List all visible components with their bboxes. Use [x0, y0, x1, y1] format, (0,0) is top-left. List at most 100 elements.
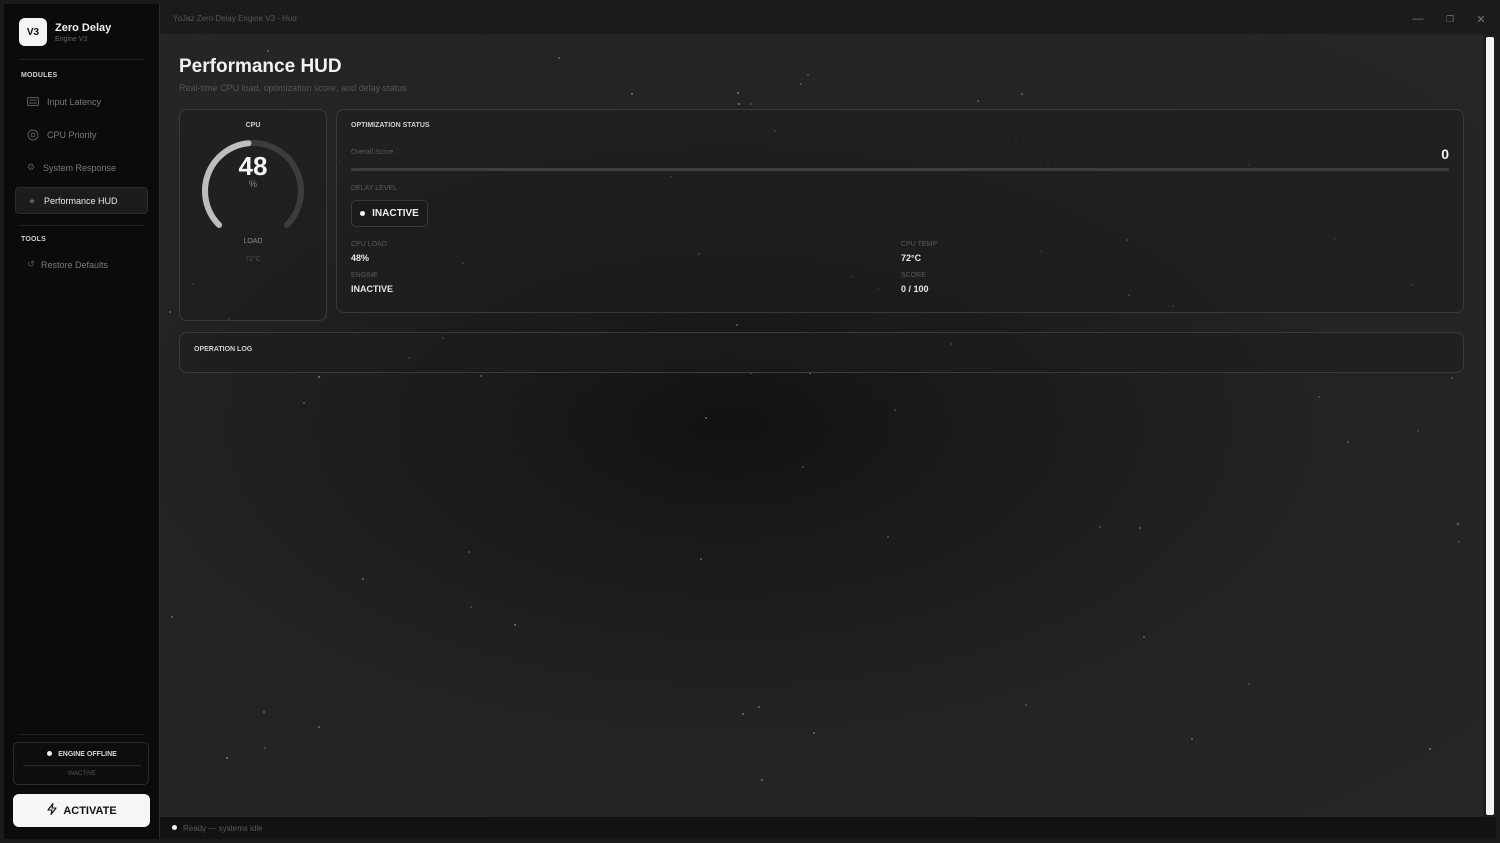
cpu-load-metric-value: 48% — [351, 253, 370, 263]
sidebar-item-system-response[interactable]: ⚙ System Response — [15, 154, 148, 181]
modules-section-label: MODULES — [21, 72, 58, 79]
sidebar-item-restore-defaults[interactable]: ↺ Restore Defaults — [15, 251, 148, 278]
page-subtitle: Real-time CPU load, optimization score, … — [179, 83, 407, 93]
sidebar-divider — [19, 225, 144, 226]
star-dot — [318, 376, 321, 379]
status-text: Ready — systems idle — [183, 824, 263, 833]
star-dot — [171, 616, 174, 619]
sidebar-item-performance-hud[interactable]: ◈ Performance HUD — [15, 187, 148, 214]
activate-label: ACTIVATE — [63, 804, 117, 817]
sidebar-item-label: Performance HUD — [44, 195, 118, 206]
star-dot — [1191, 738, 1194, 741]
star-dot — [225, 757, 228, 760]
star-dot — [1428, 747, 1431, 750]
star-dot — [737, 102, 740, 105]
cpu-temp-metric-label: CPU TEMP — [901, 241, 938, 248]
sidebar-item-cpu-priority[interactable]: CPU Priority — [15, 121, 148, 148]
engine-metric-value: INACTIVE — [351, 284, 394, 294]
star-dot — [760, 778, 763, 781]
star-dot — [1457, 541, 1460, 544]
title-bar: YoJaz Zero Delay Engine V3 - Hud — ❐ ✕ — [160, 4, 1496, 34]
star-dot — [757, 705, 760, 708]
cpu-temp-metric-value: 72°C — [901, 253, 922, 263]
cpu-label: CPU — [245, 122, 261, 129]
star-dot — [267, 50, 270, 53]
star-dot — [169, 311, 172, 314]
star-dot — [741, 713, 744, 716]
star-dot — [799, 83, 802, 86]
star-dot — [704, 417, 707, 420]
diamond-icon: ◈ — [29, 197, 35, 205]
maximize-icon[interactable]: ❐ — [1442, 11, 1458, 27]
keyboard-icon — [27, 96, 39, 108]
star-dot — [736, 92, 739, 95]
status-bar: Ready — systems idle — [160, 817, 1496, 839]
tools-section-label: TOOLS — [21, 236, 46, 243]
cpu-temp: 72°C — [245, 256, 261, 263]
close-icon[interactable]: ✕ — [1473, 11, 1489, 27]
cpu-value: 48 — [238, 151, 268, 181]
star-dot — [1456, 523, 1459, 526]
sidebar-item-label: Input Latency — [47, 96, 102, 107]
engine-divider — [23, 765, 141, 766]
delay-level-label: DELAY LEVEL — [351, 185, 398, 192]
scrollbar[interactable] — [1483, 34, 1496, 817]
status-dot-icon — [47, 750, 53, 756]
optimization-title: OPTIMIZATION STATUS — [351, 122, 430, 129]
star-dot — [700, 558, 703, 561]
sidebar-divider — [19, 734, 144, 735]
star-dot — [1451, 377, 1454, 380]
bolt-icon — [46, 802, 58, 818]
engine-substatus: INACTIVE — [68, 771, 96, 777]
cpu-gauge-card: CPU 48 % LOAD 72°C — [179, 109, 327, 321]
minimize-icon[interactable]: — — [1410, 11, 1426, 27]
restore-icon: ↺ — [27, 259, 35, 269]
score-metric-value: 0 / 100 — [901, 284, 929, 294]
star-dot — [1416, 430, 1419, 433]
cpu-load-label: LOAD — [243, 238, 263, 245]
app-window: V3 Zero Delay Engine V3 MODULES Input La… — [4, 4, 1496, 839]
star-dot — [1025, 703, 1028, 706]
overall-score-value: 0 — [1441, 146, 1449, 162]
star-dot — [1139, 527, 1142, 530]
sidebar-item-input-latency[interactable]: Input Latency — [15, 88, 148, 115]
star-dot — [479, 375, 482, 378]
main-content: Performance HUD Real-time CPU load, opti… — [160, 34, 1483, 817]
star-dot — [807, 74, 810, 77]
star-dot — [362, 578, 365, 581]
cpu-unit: % — [248, 179, 257, 189]
status-dot-icon — [172, 825, 177, 830]
star-dot — [813, 731, 816, 734]
star-dot — [735, 324, 738, 327]
gear-icon: ⚙ — [26, 162, 36, 172]
delay-level-badge: INACTIVE — [351, 200, 428, 227]
overall-score-bar — [351, 168, 1449, 171]
star-dot — [470, 606, 473, 609]
star-dot — [264, 747, 267, 750]
sidebar-item-label: Restore Defaults — [41, 259, 109, 270]
star-dot — [1318, 396, 1321, 399]
scrollbar-thumb[interactable] — [1486, 37, 1494, 815]
star-dot — [894, 409, 897, 412]
operation-log-title: OPERATION LOG — [194, 346, 253, 353]
score-metric-label: SCORE — [901, 272, 926, 279]
cpu-load-metric-label: CPU LOAD — [351, 241, 387, 248]
star-dot — [514, 624, 517, 627]
page-title: Performance HUD — [179, 56, 342, 77]
star-dot — [262, 710, 265, 713]
star-dot — [302, 402, 305, 405]
star-dot — [630, 93, 633, 96]
engine-status-text: ENGINE OFFLINE — [58, 751, 117, 758]
brand-name: Zero Delay — [55, 22, 112, 34]
sidebar-item-label: System Response — [43, 162, 117, 173]
operation-log-card: OPERATION LOG — [179, 332, 1464, 373]
star-dot — [558, 56, 561, 59]
activate-button[interactable]: ACTIVATE — [13, 794, 150, 827]
star-dot — [749, 103, 752, 106]
star-dot — [886, 536, 889, 539]
star-dot — [977, 100, 980, 103]
star-dot — [1143, 636, 1146, 639]
engine-status-box: ENGINE OFFLINE INACTIVE — [13, 742, 149, 785]
engine-status: ENGINE OFFLINE — [14, 750, 150, 758]
star-dot — [317, 726, 320, 729]
